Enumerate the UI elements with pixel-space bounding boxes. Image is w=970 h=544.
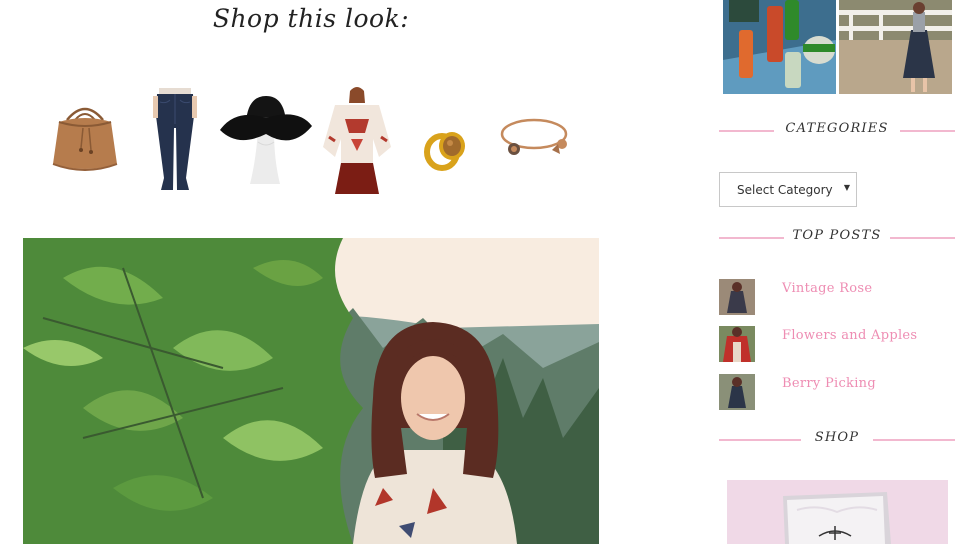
top-posts-widget-title: TOP POSTS bbox=[719, 228, 955, 248]
categories-widget-title: CATEGORIES bbox=[719, 121, 955, 141]
woman-in-garden-photo bbox=[23, 238, 599, 544]
product-floppy-hat[interactable] bbox=[218, 90, 314, 186]
top-post-thumbnail[interactable] bbox=[719, 279, 755, 315]
skincare-products-photo bbox=[723, 0, 836, 94]
dropdown-arrow-icon: ▼ bbox=[843, 183, 850, 192]
title-divider bbox=[900, 130, 955, 132]
top-post-link[interactable]: Flowers and Apples bbox=[782, 328, 917, 343]
lookbook-icon bbox=[727, 480, 948, 544]
product-printed-tunic[interactable] bbox=[321, 85, 393, 194]
title-divider bbox=[873, 439, 955, 441]
category-select[interactable]: Select Category ▼ bbox=[719, 172, 857, 207]
sidebar-thumb-skincare[interactable] bbox=[723, 0, 836, 94]
flowers-and-apples-photo bbox=[719, 326, 755, 362]
floppy-hat-icon bbox=[220, 96, 312, 184]
shop-heading: SHOP bbox=[814, 430, 860, 445]
category-select-value: Select Category bbox=[737, 183, 833, 197]
top-post-item: Flowers and Apples bbox=[719, 326, 939, 362]
sidebar-thumb-outfit[interactable] bbox=[839, 0, 952, 94]
flare-jeans-icon bbox=[153, 88, 197, 190]
shop-banner[interactable] bbox=[727, 480, 948, 544]
charm-bangle-icon bbox=[500, 118, 568, 155]
outfit-photo bbox=[839, 0, 952, 94]
top-posts-heading: TOP POSTS bbox=[792, 228, 882, 243]
top-post-thumbnail[interactable] bbox=[719, 374, 755, 410]
top-post-link[interactable]: Vintage Rose bbox=[782, 281, 872, 296]
product-bucket-bag[interactable] bbox=[45, 98, 125, 178]
printed-tunic-icon bbox=[323, 87, 391, 194]
gold-ring-icon bbox=[424, 132, 465, 171]
vintage-rose-photo bbox=[719, 279, 755, 315]
berry-picking-photo bbox=[719, 374, 755, 410]
product-gold-ring[interactable] bbox=[420, 122, 470, 174]
bucket-bag-icon bbox=[52, 107, 118, 171]
top-post-thumbnail[interactable] bbox=[719, 326, 755, 362]
product-flare-jeans[interactable] bbox=[150, 88, 200, 192]
categories-heading: CATEGORIES bbox=[785, 121, 889, 136]
post-featured-photo bbox=[23, 238, 599, 544]
top-post-link[interactable]: Berry Picking bbox=[782, 376, 876, 391]
top-post-item: Berry Picking bbox=[719, 374, 939, 410]
title-divider bbox=[890, 237, 955, 239]
shop-widget-title: SHOP bbox=[719, 430, 955, 450]
top-post-item: Vintage Rose bbox=[719, 279, 939, 315]
product-charm-bangle[interactable] bbox=[496, 116, 576, 166]
shop-this-look-heading: Shop this look: bbox=[212, 4, 410, 33]
